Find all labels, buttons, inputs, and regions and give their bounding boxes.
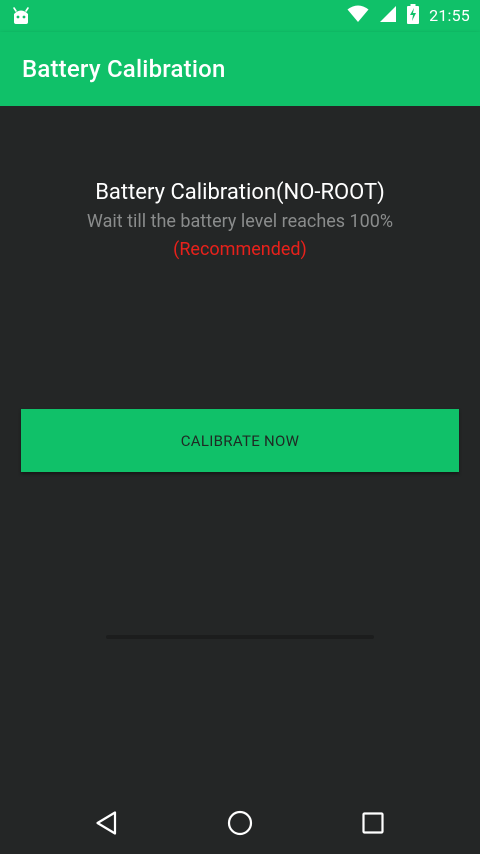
divider (106, 635, 374, 639)
navigation-bar (0, 792, 480, 854)
calibrate-now-button[interactable]: CALIBRATE NOW (21, 409, 459, 472)
calibration-info: Battery Calibration(NO-ROOT) Wait till t… (0, 178, 480, 264)
recommended-label: (Recommended) (173, 239, 307, 260)
android-icon (10, 6, 32, 28)
app-title: Battery Calibration (22, 55, 226, 83)
back-icon[interactable] (90, 806, 124, 840)
status-time: 21:55 (429, 6, 470, 25)
cell-signal-icon (379, 5, 397, 27)
wifi-icon (347, 5, 369, 27)
main-content: Battery Calibration(NO-ROOT) Wait till t… (0, 106, 480, 792)
battery-charging-icon (407, 4, 420, 28)
calibration-heading: Battery Calibration(NO-ROOT) (95, 180, 385, 205)
status-icons: 21:55 (347, 0, 470, 32)
status-bar: 21:55 (0, 0, 480, 32)
home-icon[interactable] (223, 806, 257, 840)
app-bar: Battery Calibration (0, 32, 480, 106)
calibration-instruction: Wait till the battery level reaches 100% (86, 211, 394, 232)
recents-icon[interactable] (356, 806, 390, 840)
